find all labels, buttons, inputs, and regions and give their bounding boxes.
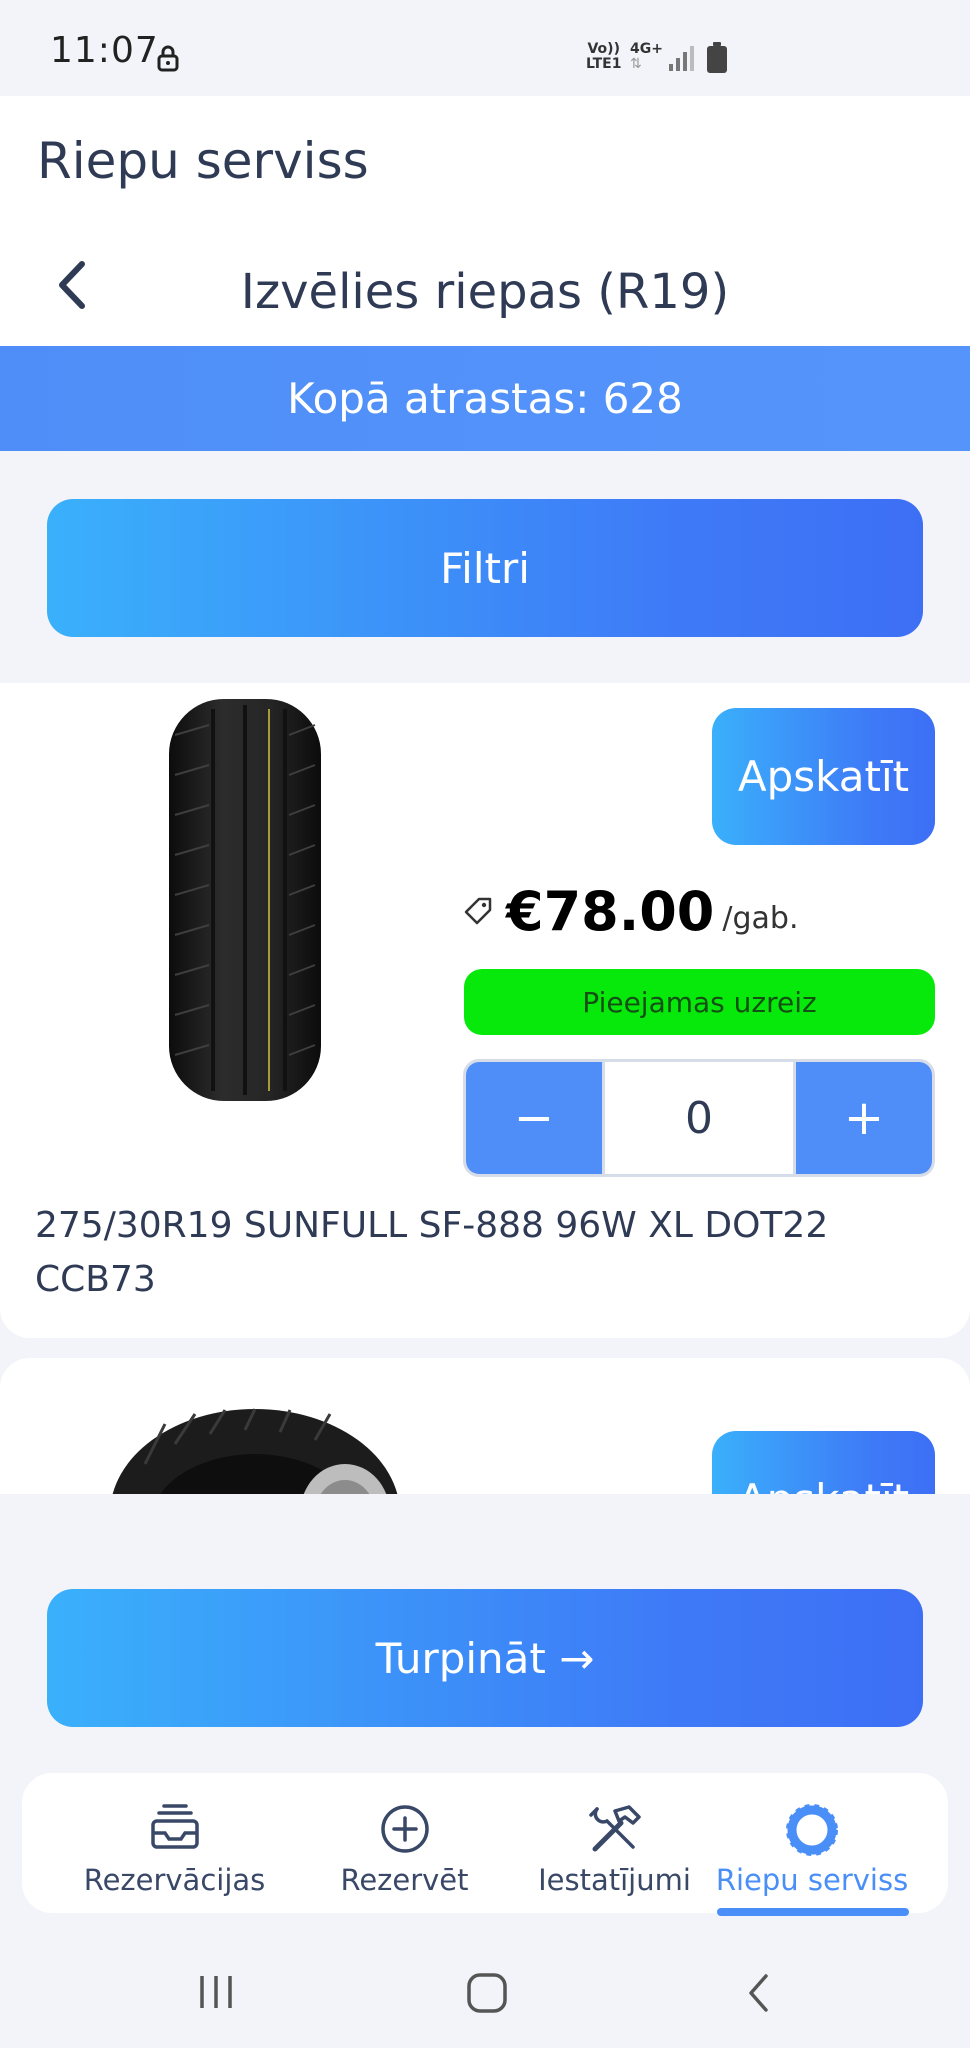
results-count-banner: Kopā atrastas: 628: [0, 346, 970, 451]
nav-item-riepu-serviss[interactable]: Riepu serviss: [712, 1773, 912, 1913]
tools-icon: [588, 1805, 641, 1852]
price-tag-icon: [464, 897, 492, 925]
tire-icon: [786, 1804, 838, 1856]
price-row: €78.00 /gab.: [462, 876, 799, 946]
decrease-quantity-button[interactable]: −: [466, 1062, 602, 1174]
nav-item-rezervacijas[interactable]: Rezervācijas: [47, 1773, 302, 1913]
product-card: Apskatīt €78.00 /gab. Pieejamas uzreiz −…: [0, 683, 970, 1338]
home-icon[interactable]: [466, 1972, 508, 2014]
quantity-stepper: − 0 +: [463, 1059, 935, 1177]
price-value: €78.00: [506, 879, 715, 943]
tire-image: [169, 699, 321, 1101]
nav-label: Rezervācijas: [83, 1863, 266, 1897]
recent-apps-icon[interactable]: [196, 1974, 236, 2010]
network-indicator: Vo)) LTE1: [586, 42, 621, 72]
product-name: 275/30R19 SUNFULL SF-888 96W XL DOT22 CC…: [35, 1205, 829, 1300]
system-back-icon[interactable]: [744, 1972, 774, 2014]
product-card: Apskatīt: [0, 1358, 970, 1494]
view-button[interactable]: Apskatīt: [712, 1431, 935, 1494]
network-type: 4G+ ⇅: [630, 41, 663, 72]
price-unit: /gab.: [722, 900, 799, 936]
inbox-icon: [150, 1804, 199, 1849]
network-lte-label: LTE1: [586, 56, 622, 72]
nav-item-rezervet[interactable]: Rezervēt: [312, 1773, 497, 1913]
continue-button[interactable]: Turpināt →: [47, 1589, 923, 1727]
bottom-nav: Rezervācijas Rezervēt Iestatījumi Riepu …: [22, 1773, 948, 1916]
nav-item-iestatijumi[interactable]: Iestatījumi: [512, 1773, 717, 1913]
tire-image: [112, 1408, 398, 1494]
status-bar: 11:07 Vo)) LTE1 4G+ ⇅: [0, 0, 970, 96]
battery-icon: [707, 42, 727, 73]
system-nav-bar: [0, 1934, 970, 2048]
nav-label: Rezervēt: [340, 1863, 469, 1897]
availability-badge: Pieejamas uzreiz: [464, 969, 935, 1035]
increase-quantity-button[interactable]: +: [796, 1062, 932, 1174]
status-time: 11:07: [50, 30, 159, 71]
page-title: Izvēlies riepas (R19): [240, 264, 730, 320]
plus-circle-icon: [380, 1805, 429, 1853]
nav-label: Riepu serviss: [715, 1863, 909, 1897]
view-button[interactable]: Apskatīt: [712, 708, 935, 845]
network-type-label: 4G+: [630, 41, 663, 57]
signal-icon: [669, 46, 694, 71]
network-volte-label: Vo)): [587, 41, 620, 57]
active-tab-indicator: [717, 1908, 909, 1916]
app-title: Riepu serviss: [37, 132, 369, 190]
quantity-value[interactable]: 0: [602, 1062, 796, 1174]
filters-button[interactable]: Filtri: [47, 499, 923, 637]
nav-label: Iestatījumi: [538, 1863, 691, 1897]
lock-icon: [157, 45, 179, 72]
